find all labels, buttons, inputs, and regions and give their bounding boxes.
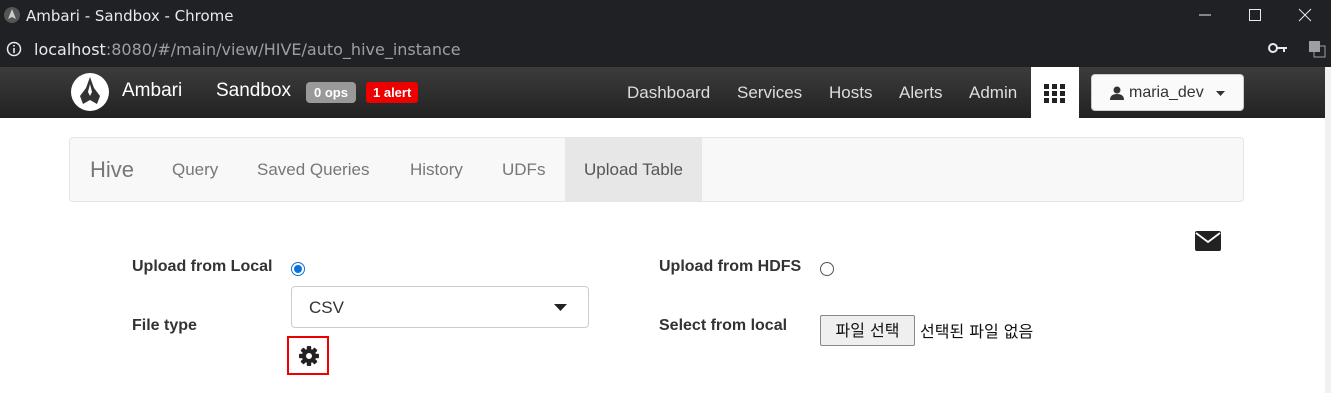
nav-hosts[interactable]: Hosts: [829, 83, 872, 103]
minimize-button[interactable]: [1180, 0, 1230, 32]
nav-alerts[interactable]: Alerts: [899, 83, 942, 103]
envelope-icon[interactable]: [1195, 231, 1221, 251]
close-icon: [1298, 8, 1312, 22]
tab-udfs[interactable]: UDFs: [502, 138, 545, 201]
ops-badge[interactable]: 0 ops: [306, 82, 356, 103]
tab-history[interactable]: History: [410, 138, 463, 201]
gear-icon: [299, 346, 319, 366]
address-bar[interactable]: localhost:8080/#/main/view/HIVE/auto_hiv…: [0, 32, 1331, 67]
tab-upload-table[interactable]: Upload Table: [565, 138, 702, 201]
close-button[interactable]: [1280, 0, 1330, 32]
hive-tabbar: Hive Query Saved Queries History UDFs Up…: [69, 137, 1244, 202]
maximize-icon: [1249, 9, 1261, 21]
hive-brand[interactable]: Hive: [90, 157, 134, 183]
select-from-local-label: Select from local: [659, 317, 788, 334]
upload-hdfs-label: Upload from HDFS: [659, 258, 802, 275]
minimize-icon: [1199, 14, 1211, 16]
user-menu-button[interactable]: maria_dev: [1091, 74, 1244, 111]
key-icon[interactable]: [1268, 42, 1288, 54]
navbar-brand[interactable]: Ambari: [122, 80, 182, 102]
page-scrollbar[interactable]: [1325, 67, 1331, 393]
file-type-select[interactable]: CSV: [291, 286, 589, 328]
translate-icon[interactable]: [1308, 40, 1326, 58]
url-path: :8080/#/main/view/HIVE/auto_hive_instanc…: [105, 40, 461, 59]
nav-admin[interactable]: Admin: [969, 83, 1017, 103]
nav-dashboard[interactable]: Dashboard: [627, 83, 710, 103]
window-title: Ambari - Sandbox - Chrome: [26, 7, 234, 25]
ambari-logo[interactable]: [70, 72, 110, 112]
upload-local-radio[interactable]: [291, 262, 305, 276]
file-type-value: CSV: [309, 298, 344, 317]
alert-badge[interactable]: 1 alert: [366, 82, 419, 103]
nav-services[interactable]: Services: [737, 83, 802, 103]
tab-query[interactable]: Query: [172, 138, 218, 201]
views-grid-button[interactable]: [1031, 67, 1079, 118]
ambari-navbar: Ambari Sandbox 0 ops 1 alert Dashboard S…: [0, 67, 1331, 118]
url-host: localhost: [34, 40, 106, 59]
caret-down-icon: [1216, 91, 1225, 96]
username: maria_dev: [1129, 84, 1204, 101]
upload-hdfs-radio[interactable]: [820, 262, 834, 276]
tab-saved-queries[interactable]: Saved Queries: [257, 138, 369, 201]
ambari-app-icon: [4, 7, 20, 23]
cluster-name[interactable]: Sandbox: [216, 80, 291, 102]
file-type-settings-button[interactable]: [287, 336, 329, 375]
choose-file-button[interactable]: 파일 선택: [820, 315, 915, 346]
browser-title-bar: Ambari - Sandbox - Chrome: [0, 0, 1331, 32]
url-text[interactable]: localhost:8080/#/main/view/HIVE/auto_hiv…: [34, 40, 461, 59]
no-file-selected-text: 선택된 파일 없음: [920, 322, 1034, 341]
user-icon: [1110, 86, 1124, 100]
upload-local-label: Upload from Local: [132, 258, 273, 275]
info-icon[interactable]: [6, 41, 22, 57]
file-type-label: File type: [132, 317, 197, 334]
chevron-down-icon: [554, 304, 567, 311]
maximize-button[interactable]: [1230, 0, 1280, 32]
